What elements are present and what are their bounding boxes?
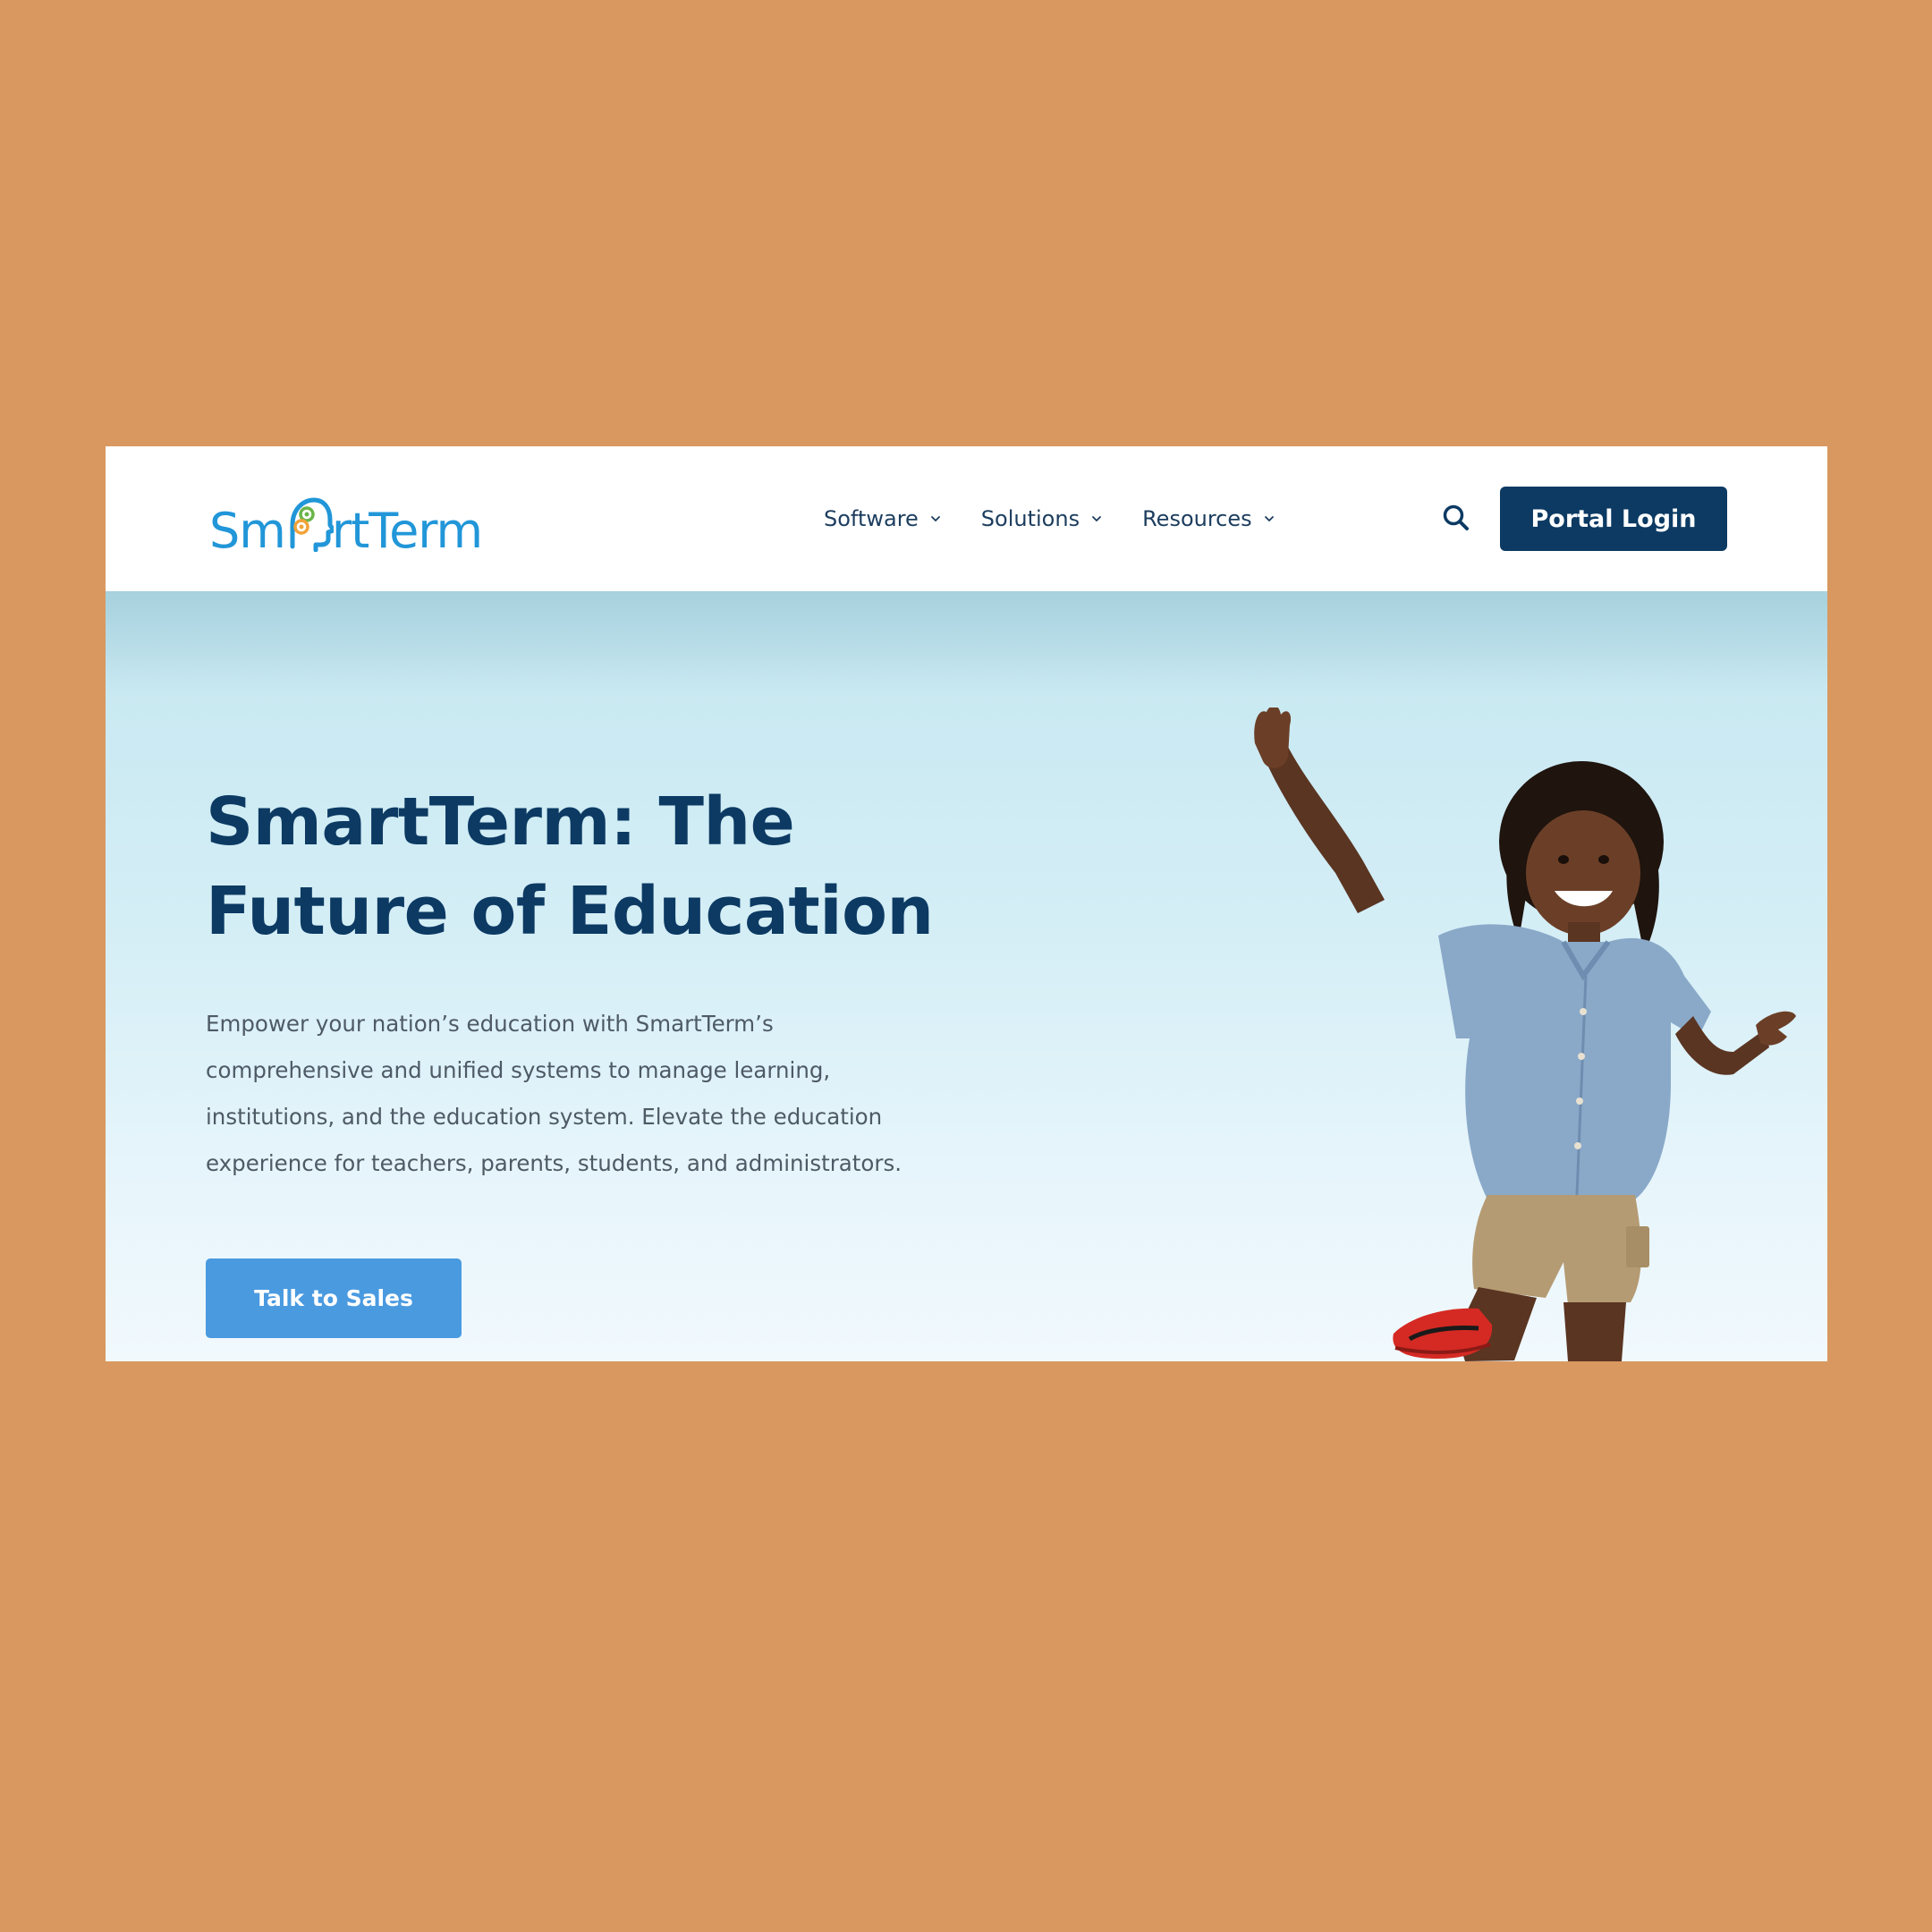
site-header: Sm rtTerm Software Solutions Resources P… xyxy=(106,446,1827,591)
nav-item-resources[interactable]: Resources xyxy=(1142,498,1275,539)
nav-label: Software xyxy=(824,506,919,531)
chevron-down-icon xyxy=(930,516,940,521)
chevron-down-icon xyxy=(1264,516,1274,521)
smartterm-logo[interactable]: Sm rtTerm xyxy=(209,491,483,559)
logo-text-part1: Sm xyxy=(209,503,286,559)
nav-label: Solutions xyxy=(980,506,1080,531)
hero-title: SmartTerm: The Future of Education xyxy=(206,777,1011,956)
hero-top-shadow xyxy=(106,591,1827,699)
website-frame: Sm rtTerm Software Solutions Resources P… xyxy=(106,446,1827,1361)
nav-item-software[interactable]: Software xyxy=(824,498,942,539)
smiling-child-photo xyxy=(1254,708,1796,1361)
portal-login-button[interactable]: Portal Login xyxy=(1500,487,1727,551)
nav-label: Resources xyxy=(1142,506,1252,531)
logo-text-part2: rtTerm xyxy=(331,503,483,559)
search-icon[interactable] xyxy=(1440,502,1474,536)
main-nav: Software Solutions Resources xyxy=(824,498,1275,539)
hero-title-line2: Future of Education xyxy=(206,873,934,950)
hero-title-line1: SmartTerm: The xyxy=(206,784,795,860)
hero-description: Empower your nation’s education with Sma… xyxy=(206,1011,902,1176)
nav-item-solutions[interactable]: Solutions xyxy=(981,498,1103,539)
logo-wordmark: Sm rtTerm xyxy=(209,495,483,559)
head-gears-icon xyxy=(290,497,334,552)
talk-to-sales-button[interactable]: Talk to Sales xyxy=(206,1258,462,1338)
hero-section: SmartTerm: The Future of Education Empow… xyxy=(106,591,1827,1361)
chevron-down-icon xyxy=(1092,516,1101,521)
